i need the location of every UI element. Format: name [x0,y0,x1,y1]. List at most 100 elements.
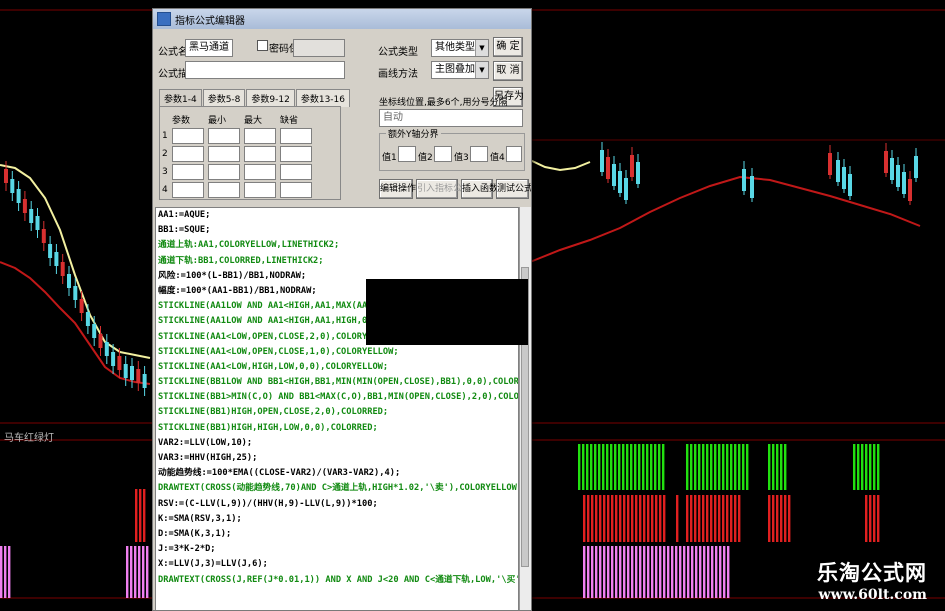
coord-input[interactable]: 自动 [379,109,523,127]
candle-body [111,352,116,366]
code-line: STICKLINE(AA1<LOW,OPEN,CLOSE,1,0),COLORY… [158,346,399,357]
yaxis-value-input[interactable] [398,146,416,162]
red-signal-bar [686,495,689,542]
code-line: 通道上轨:AA1,COLORYELLOW,LINETHICK2; [158,240,340,251]
candle-body [836,160,840,182]
param-cell[interactable] [172,164,204,180]
red-signal-bar [607,495,610,542]
param-cell[interactable] [280,182,312,198]
draw-method-select[interactable]: 主图叠加 ▼ [431,61,489,79]
pink-signal-bar [643,546,646,598]
code-line: VAR3:=HHV(HIGH,25); [158,453,258,463]
yaxis-value-label: 值4 [490,153,505,163]
red-signal-bar [627,495,630,542]
yaxis-value-input[interactable] [506,146,522,162]
param-cell[interactable] [208,146,240,162]
param-cell[interactable] [244,164,276,180]
candle-body [828,153,832,175]
watermark: 乐淘公式网 www.60lt.com [817,557,927,603]
red-signal-bar [595,495,598,542]
param-cell[interactable] [208,128,240,144]
candle-body [130,366,134,380]
green-signal-bar [594,444,597,490]
candle-body [896,165,900,187]
red-signal-bar [873,495,876,542]
param-table: 参数 最小 最大 缺省 [168,111,316,200]
param-cell[interactable] [244,146,276,162]
param-cell[interactable] [172,128,204,144]
watermark-url: www.60lt.com [818,587,927,603]
edit-ops-button[interactable]: 编辑操作 [379,179,416,199]
green-signal-bar [658,444,661,490]
red-signal-bar [710,495,713,542]
formula-code-editor[interactable]: AA1:=AQUE; BB1:=SQUE; 通道上轨:AA1,COLORYELLOW… [155,207,519,610]
tab-params-1-4[interactable]: 参数1-4 [159,89,202,107]
candles-right [600,142,918,205]
green-signal-bar [694,444,697,490]
red-signal-bar [676,495,679,542]
formula-desc-input[interactable] [185,61,345,79]
code-line: X:=LLV(J,3)=LLV(J,6); [158,559,268,570]
pink-signal-bar [675,546,678,598]
import-formula-button[interactable]: 引入指标公式 [416,179,471,199]
param-cell[interactable] [208,164,240,180]
yaxis-value-input[interactable] [470,146,488,162]
code-line: AA1:=AQUE; [158,210,211,220]
pink-signal-bar [727,546,730,598]
green-signal-bar [702,444,705,490]
candle-body [636,162,640,184]
password-field[interactable] [293,39,345,57]
candle-body [60,262,65,276]
green-signal-bar [654,444,657,490]
red-signal-bar [651,495,654,542]
draw-method-value: 主图叠加 [435,64,475,75]
tab-params-13-16[interactable]: 参数13-16 [295,89,350,107]
ok-button[interactable]: 确 定 [493,37,523,57]
green-signal-bar [690,444,693,490]
red-signal-bar [619,495,622,542]
param-cell[interactable] [244,128,276,144]
formula-type-select[interactable]: 其他类型 ▼ [431,39,489,57]
param-cell[interactable] [280,146,312,162]
lower-channel-line-right [529,175,921,263]
formula-name-input[interactable]: 黑马通道 [185,39,233,57]
green-signal-bar [772,444,775,490]
pink-signal-bar [695,546,698,598]
candle-body [123,364,128,378]
coord-label: 坐标线位置,最多6个,用分号分隔 [379,98,508,108]
param-cell[interactable] [208,182,240,198]
insert-function-button[interactable]: 插入函数 [461,179,498,199]
formula-type-value: 其他类型 [435,42,475,53]
green-signal-bar [869,444,872,490]
chevron-down-icon: ▼ [475,62,488,78]
upper-channel-line-left [0,164,151,359]
param-cell[interactable] [172,146,204,162]
pink-signal-bar [691,546,694,598]
pink-signal-bar [711,546,714,598]
yaxis-value-input[interactable] [434,146,452,162]
param-cell[interactable] [172,182,204,198]
dialog-titlebar[interactable]: 指标公式编辑器 [153,9,531,29]
param-row-number: 3 [162,167,168,177]
test-formula-button[interactable]: 测试公式 [496,179,531,199]
cancel-button[interactable]: 取 消 [493,61,523,81]
red-signal-bar [655,495,658,542]
code-line: VAR2:=LLV(LOW,10); [158,437,253,448]
red-signal-bar [635,495,638,542]
green-signal-bar [784,444,787,490]
tab-params-5-8[interactable]: 参数5-8 [202,89,246,107]
password-checkbox[interactable] [257,40,268,51]
tab-params-9-12[interactable]: 参数9-12 [246,89,295,107]
red-signal-bar [639,495,642,542]
green-signal-bar [706,444,709,490]
green-signal-bar [768,444,771,490]
param-cell[interactable] [280,164,312,180]
code-scrollbar[interactable] [519,207,531,610]
candle-body [79,299,84,313]
red-signal-bar [768,495,771,542]
candle-body [104,342,109,356]
candle-body [600,150,604,172]
pink-signal-bar [699,546,702,598]
param-cell[interactable] [280,128,312,144]
param-cell[interactable] [244,182,276,198]
